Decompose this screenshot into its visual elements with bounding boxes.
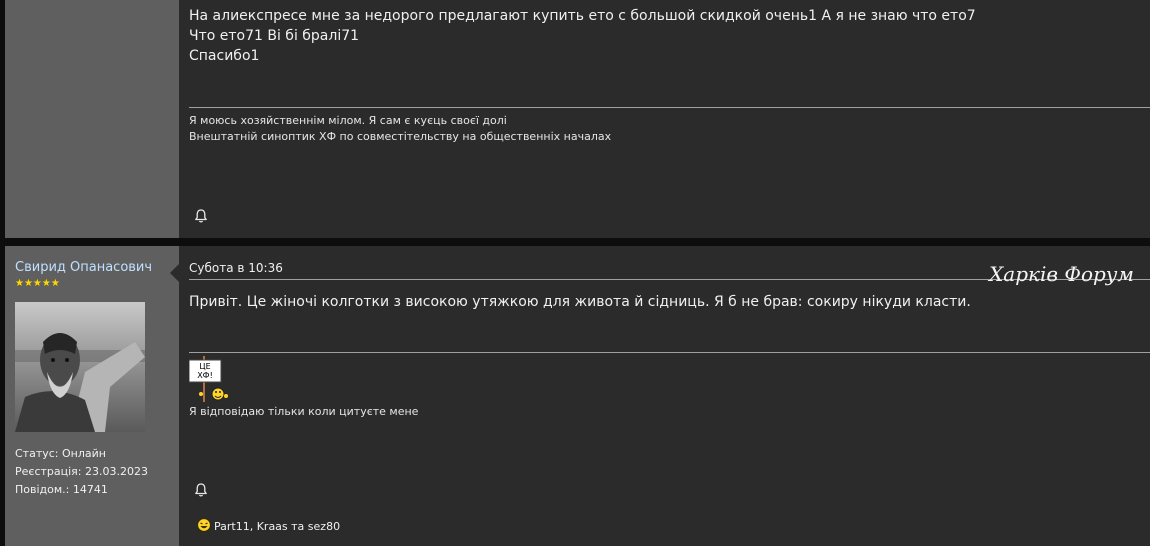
- signature-line: Я відповідаю тільки коли цитуєте мене: [189, 405, 419, 418]
- bell-icon[interactable]: [193, 482, 209, 498]
- avatar[interactable]: [15, 302, 145, 432]
- author-status: Статус: Онлайн: [15, 447, 106, 460]
- message-line: Спасибо1: [189, 48, 260, 64]
- post: На алиекспресе мне за недорого предлагаю…: [5, 0, 1150, 238]
- post-signature: Я моюсь хозяйственнім мілом. Я сам є кує…: [189, 113, 611, 145]
- post-content: Субота в 10:36 Привіт. Це жіночі колготк…: [170, 246, 1150, 546]
- sign-text: ХФ!: [197, 371, 213, 380]
- post-date[interactable]: Субота в 10:36: [189, 261, 283, 275]
- author-stats: Статус: Онлайн Реєстрація: 23.03.2023 По…: [15, 445, 148, 499]
- signature-line: Я моюсь хозяйственнім мілом. Я сам є кує…: [189, 114, 507, 127]
- post-author-sidebar: Свирид Опанасович ★★★★★ Статус: Онлайн Р…: [5, 246, 179, 546]
- message-line: Что ето71 Ві бі бралі71: [189, 28, 360, 44]
- post-content: На алиекспресе мне за недорого предлагаю…: [179, 0, 1150, 238]
- author-post-count: Повідом.: 14741: [15, 483, 108, 496]
- speech-pointer: [170, 264, 179, 282]
- signature-image: ЦЕ ХФ!: [188, 356, 229, 402]
- post-message: На алиекспресе мне за недорого предлагаю…: [189, 6, 976, 66]
- author-registered: Реєстрація: 23.03.2023: [15, 465, 148, 478]
- forum-logo: Харків Форум: [989, 262, 1134, 286]
- post-signature: Я відповідаю тільки коли цитуєте мене: [189, 404, 418, 420]
- laugh-emoji-icon: [197, 518, 211, 535]
- post-author-sidebar: [5, 0, 179, 238]
- message-line: Привіт. Це жіночі колготки з високою утя…: [189, 294, 971, 310]
- sign-text: ЦЕ: [199, 362, 210, 371]
- rank-stars: ★★★★★: [15, 278, 60, 289]
- author-name[interactable]: Свирид Опанасович: [15, 260, 152, 275]
- bell-icon[interactable]: [193, 208, 209, 224]
- message-line: На алиекспресе мне за недорого предлагаю…: [189, 8, 976, 24]
- reactions-users[interactable]: Part11, Kraas та sez80: [214, 520, 340, 533]
- post: Свирид Опанасович ★★★★★ Статус: Онлайн Р…: [5, 246, 1150, 546]
- post-message: Привіт. Це жіночі колготки з високою утя…: [189, 292, 971, 312]
- signature-divider: [189, 107, 1150, 108]
- signature-divider: [189, 352, 1150, 353]
- reactions-bar[interactable]: Part11, Kraas та sez80: [197, 518, 340, 535]
- signature-line: Внештатній синоптик ХФ по совместітельст…: [189, 130, 612, 143]
